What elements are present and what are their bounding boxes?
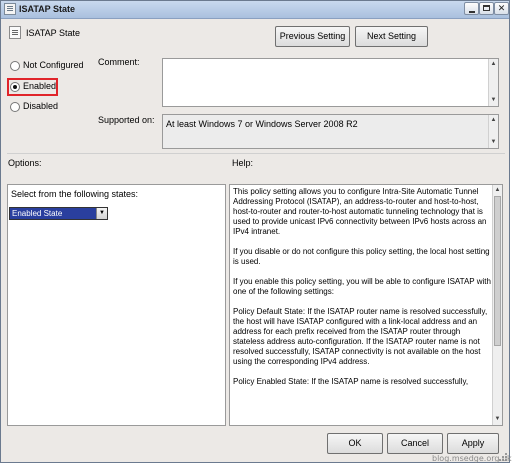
watermark: blog.msedge.org.uk: [432, 454, 512, 463]
setting-icon: [9, 26, 21, 39]
cancel-button[interactable]: Cancel: [387, 433, 443, 454]
help-text: This policy setting allows you to config…: [233, 187, 491, 386]
options-panel: Select from the following states:: [7, 184, 226, 426]
ok-button[interactable]: OK: [327, 433, 383, 454]
help-scroll-thumb[interactable]: [494, 196, 501, 346]
scroll-up-icon[interactable]: ▲: [490, 116, 497, 125]
close-button[interactable]: ✕: [494, 2, 509, 15]
close-icon: ✕: [497, 3, 506, 13]
help-panel: This policy setting allows you to config…: [229, 184, 503, 426]
scroll-down-icon[interactable]: ▼: [490, 96, 497, 105]
chevron-down-icon[interactable]: ▼: [96, 208, 107, 219]
scroll-up-icon[interactable]: ▲: [494, 186, 501, 195]
scroll-up-icon[interactable]: ▲: [490, 60, 497, 69]
supported-on-field: At least Windows 7 or Windows Server 200…: [162, 114, 499, 149]
supported-on-value: At least Windows 7 or Windows Server 200…: [166, 119, 358, 129]
policy-icon: [4, 3, 16, 15]
radio-not-configured[interactable]: [10, 61, 20, 71]
supported-on-label: Supported on:: [98, 115, 155, 125]
apply-button[interactable]: Apply: [447, 433, 499, 454]
radio-not-configured-label[interactable]: Not Configured: [23, 60, 84, 70]
policy-window: ISATAP State ✕ ISATAP State Previous Set…: [0, 0, 510, 463]
scroll-down-icon[interactable]: ▼: [494, 415, 501, 424]
previous-setting-button[interactable]: Previous Setting: [275, 26, 350, 47]
comment-field[interactable]: ▲ ▼: [162, 58, 499, 107]
help-label: Help:: [232, 158, 254, 168]
maximize-button[interactable]: [479, 2, 494, 15]
state-dropdown-value: Enabled State: [10, 208, 96, 219]
options-label: Options:: [8, 158, 42, 168]
policy-name: ISATAP State: [26, 28, 81, 38]
comment-label: Comment:: [98, 57, 140, 67]
radio-enabled[interactable]: [10, 82, 20, 92]
scroll-down-icon[interactable]: ▼: [490, 138, 497, 147]
radio-disabled[interactable]: [10, 102, 20, 112]
window-title: ISATAP State: [19, 4, 76, 14]
state-dropdown[interactable]: Enabled State ▼: [9, 207, 108, 220]
title-bar[interactable]: ISATAP State ✕: [1, 1, 509, 19]
help-scrollbar[interactable]: ▲ ▼: [492, 185, 502, 425]
section-divider: [7, 153, 505, 154]
minimize-button[interactable]: [464, 2, 479, 15]
radio-enabled-label[interactable]: Enabled: [23, 81, 56, 91]
comment-scrollbar[interactable]: ▲ ▼: [488, 59, 498, 106]
supported-scrollbar[interactable]: ▲ ▼: [488, 115, 498, 148]
next-setting-button[interactable]: Next Setting: [355, 26, 428, 47]
radio-disabled-label[interactable]: Disabled: [23, 101, 58, 111]
select-states-label: Select from the following states:: [11, 189, 139, 199]
